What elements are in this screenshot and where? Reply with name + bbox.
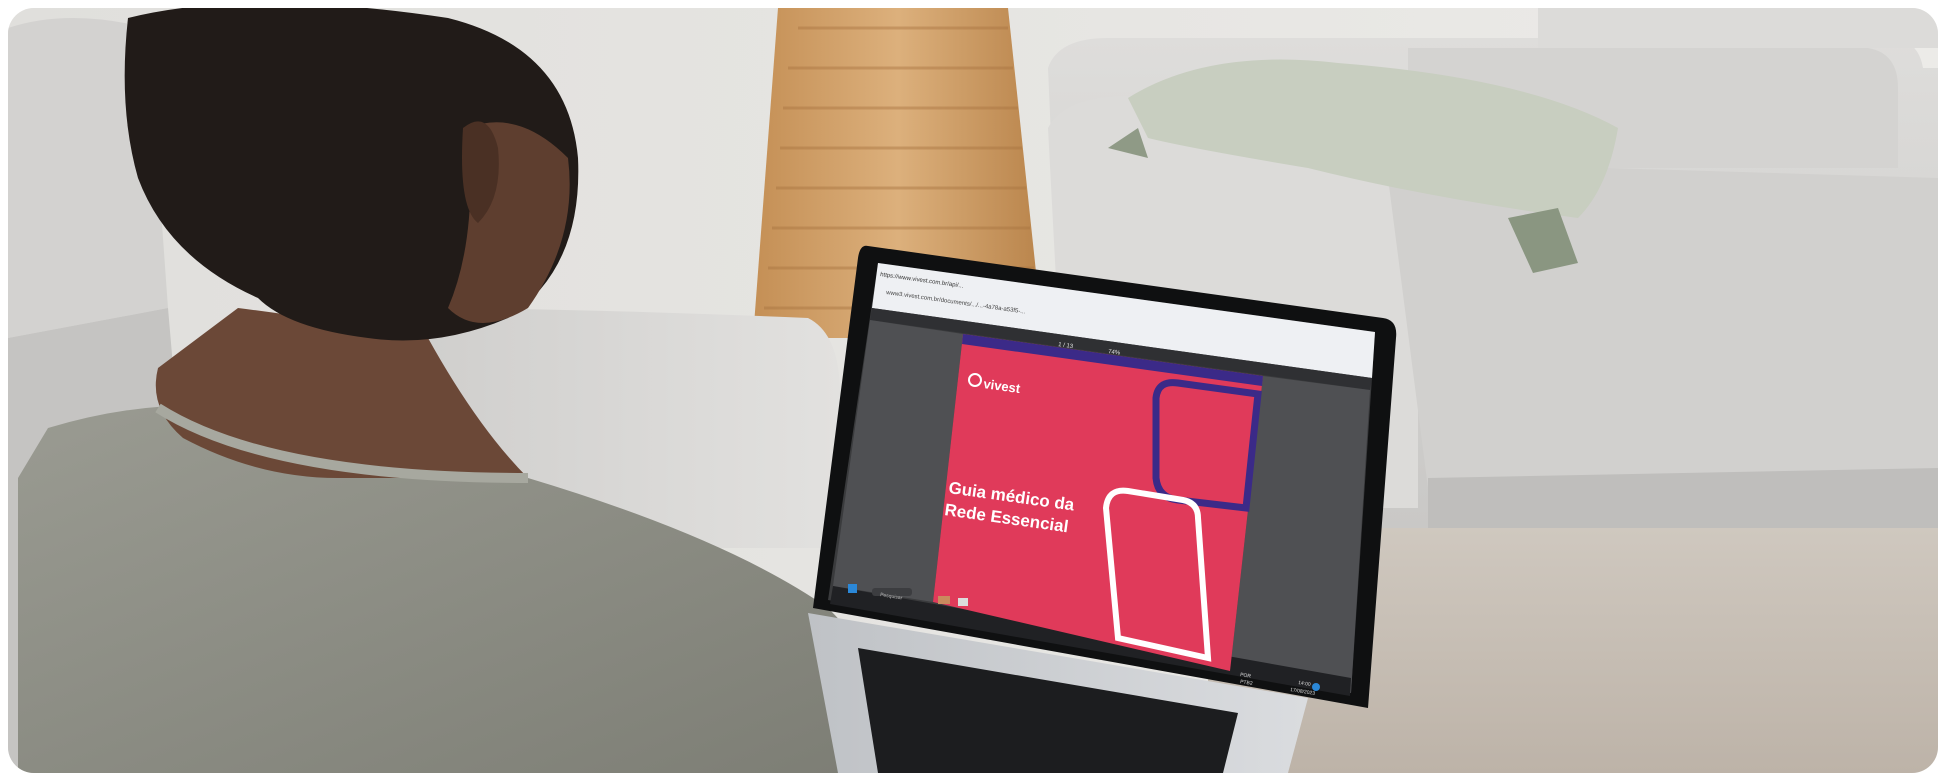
app-icon: [938, 596, 950, 604]
file-explorer-icon: [958, 598, 968, 606]
photo-frame: https://www.vivest.com.br/api/... www3.v…: [8, 8, 1938, 773]
scene: https://www.vivest.com.br/api/... www3.v…: [8, 8, 1938, 773]
windows-start-icon: [848, 584, 857, 593]
